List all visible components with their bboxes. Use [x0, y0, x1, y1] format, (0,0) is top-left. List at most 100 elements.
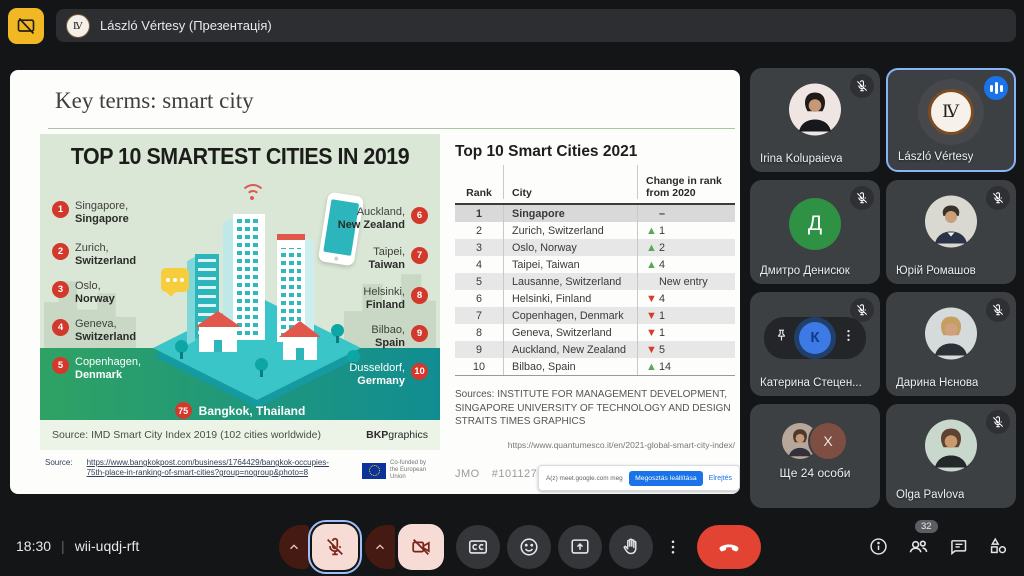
captions-button[interactable] — [456, 525, 500, 569]
table-sources: Sources: INSTITUTE FOR MANAGEMENT DEVELO… — [455, 388, 735, 429]
mic-off-icon — [986, 410, 1010, 434]
rank-change-arrow: ▲ — [646, 260, 659, 270]
google-meet-window: LV László Vértesy (Презентація) Key term… — [0, 0, 1024, 576]
camera-toggle-button[interactable] — [398, 524, 444, 570]
clock-time: 18:30 — [16, 538, 51, 554]
table-header: Rank City Change in rank from 2020 — [455, 165, 735, 205]
table-row: 4Taipei, Taiwan▲4 — [455, 256, 735, 273]
table-row: 1Singapore– — [455, 205, 735, 222]
rank-change-arrow: ▲ — [646, 226, 659, 236]
table-source-link: https://www.quantumesco.it/en/2021-globa… — [455, 440, 735, 450]
chat-bubble-illustration — [161, 268, 189, 292]
participant-tile-overflow[interactable]: X Ще 24 особи — [750, 404, 880, 508]
activities-button[interactable] — [986, 528, 1010, 564]
present-button[interactable] — [558, 525, 602, 569]
end-call-button[interactable] — [697, 525, 761, 569]
participant-photo-avatar — [925, 307, 977, 359]
more-options-icon[interactable] — [841, 328, 856, 348]
mic-off-icon — [850, 298, 874, 322]
mic-options-chevron[interactable] — [279, 525, 309, 569]
table-row: 7Copenhagen, Denmark▼1 — [455, 307, 735, 324]
pin-icon[interactable] — [774, 328, 789, 348]
infographic-source-strip: Source: IMD Smart City Index 2019 (102 c… — [40, 420, 440, 450]
participant-count-badge: 32 — [915, 520, 938, 533]
table-row: 5Lausanne, SwitzerlandNew entry — [455, 273, 735, 290]
ranked-city-4: 4 Geneva,Switzerland — [52, 318, 136, 344]
overflow-label: Ще 24 особи — [750, 466, 880, 480]
reactions-button[interactable] — [507, 525, 551, 569]
presenter-label: László Vértesy (Презентація) — [100, 18, 272, 33]
participant-tile-dmytro[interactable]: Д Дмитро Денисюк — [750, 180, 880, 284]
table-row: 3Oslo, Norway▲2 — [455, 239, 735, 256]
participant-tile-irina[interactable]: Irina Kolupaieva — [750, 68, 880, 172]
ranked-city-9: 9 Bilbao,Spain — [371, 324, 428, 350]
bangkok-rank: 75 Bangkok, Thailand — [40, 402, 440, 419]
participant-name: Дарина Нєнова — [896, 377, 978, 389]
title-underline — [48, 128, 735, 129]
mic-off-icon — [986, 186, 1010, 210]
rank-change-arrow: ▼ — [646, 311, 659, 321]
participant-tile-olga[interactable]: Olga Pavlova — [886, 404, 1016, 508]
hide-toast-button[interactable]: Elrejtés — [709, 475, 732, 482]
participant-grid: Irina Kolupaieva LV László Vértesy Д Дми… — [750, 68, 1016, 508]
ranked-city-1: 1 Singapore,Singapore — [52, 200, 129, 226]
participant-tile-laszlo[interactable]: LV László Vértesy — [886, 68, 1016, 172]
chat-button[interactable] — [946, 528, 970, 564]
shared-screen-slide: Key terms: smart city TOP 10 SMARTEST CI… — [10, 70, 740, 494]
slide-footer-source: Source: https://www.bangkokpost.com/busi… — [45, 458, 357, 478]
table-row: 2Zurich, Switzerland▲1 — [455, 222, 735, 239]
camera-options-chevron[interactable] — [365, 525, 395, 569]
participant-photo-avatar — [789, 83, 841, 135]
participant-tile-daryna[interactable]: Дарина Нєнова — [886, 292, 1016, 396]
stop-sharing-button[interactable]: Megosztás leállítása — [629, 471, 703, 486]
participant-name: Юрій Ромашов — [896, 265, 976, 277]
presentation-banner[interactable]: LV László Vértesy (Презентація) — [56, 9, 1016, 42]
participant-photo-avatar — [925, 419, 977, 471]
ranked-city-2: 2 Zurich,Switzerland — [52, 242, 136, 268]
rank-change-arrow: ▼ — [646, 294, 659, 304]
tile-hover-toolbar: К — [764, 317, 866, 359]
slide-title: Key terms: smart city — [55, 88, 254, 114]
mic-off-icon — [850, 74, 874, 98]
rank-change-arrow: ▲ — [646, 362, 659, 372]
meeting-details-button[interactable] — [866, 528, 890, 564]
more-options-button[interactable] — [658, 525, 688, 569]
meeting-code: wii-uqdj-rft — [75, 538, 140, 554]
ranked-city-8: 8 Helsinki,Finland — [363, 286, 428, 312]
mic-off-icon — [986, 298, 1010, 322]
call-controls — [279, 524, 761, 570]
smart-cities-table: Rank City Change in rank from 2020 1Sing… — [455, 165, 735, 376]
participant-initial-avatar: Д — [789, 198, 841, 250]
screen-share-toast: A(z) meet.google.com megosztja a képerny… — [538, 465, 740, 491]
ranked-city-5: 5 Copenhagen,Denmark — [52, 356, 141, 382]
table-row: 9Auckland, New Zealand▼5 — [455, 341, 735, 358]
table-title: Top 10 Smart Cities 2021 — [455, 143, 637, 161]
screen-share-warning-icon[interactable] — [8, 8, 44, 44]
eu-cofunded-logo: Co-funded by the European Union — [362, 460, 434, 481]
meta-divider: | — [61, 538, 65, 554]
participant-name: Irina Kolupaieva — [760, 153, 842, 165]
participants-button[interactable]: 32 — [906, 528, 930, 564]
participant-name: László Vértesy — [898, 151, 973, 163]
eu-flag-icon — [362, 463, 386, 479]
raise-hand-button[interactable] — [609, 525, 653, 569]
ranked-city-7: 7 Taipei,Taiwan — [369, 246, 428, 272]
participant-tile-yurii[interactable]: Юрій Ромашов — [886, 180, 1016, 284]
mic-toggle-button[interactable] — [312, 524, 358, 570]
participant-photo-avatar — [925, 195, 977, 247]
ranked-city-10: 10 Dusseldorf,Germany — [349, 362, 428, 388]
infographic-2019: TOP 10 SMARTEST CITIES IN 2019 1 Singapo… — [40, 134, 440, 450]
panel-buttons: 32 — [866, 528, 1010, 564]
toast-message: A(z) meet.google.com megosztja a képerny… — [546, 475, 623, 482]
table-row: 10Bilbao, Spain▲14 — [455, 358, 735, 375]
table-row: 6Helsinki, Finland▼4 — [455, 290, 735, 307]
meeting-meta: 18:30 | wii-uqdj-rft — [16, 538, 139, 554]
speaking-indicator-icon — [984, 76, 1008, 100]
participant-tile-kateryna[interactable]: К Катерина Стецен... — [750, 292, 880, 396]
infographic-source: Source: IMD Smart City Index 2019 (102 c… — [52, 429, 321, 441]
rank-change-arrow: ▼ — [646, 328, 659, 338]
participant-logo-avatar: LV — [918, 79, 984, 145]
overflow-count-avatar: X — [808, 421, 848, 461]
mic-off-icon — [850, 186, 874, 210]
rank-change-arrow: ▼ — [646, 345, 659, 355]
